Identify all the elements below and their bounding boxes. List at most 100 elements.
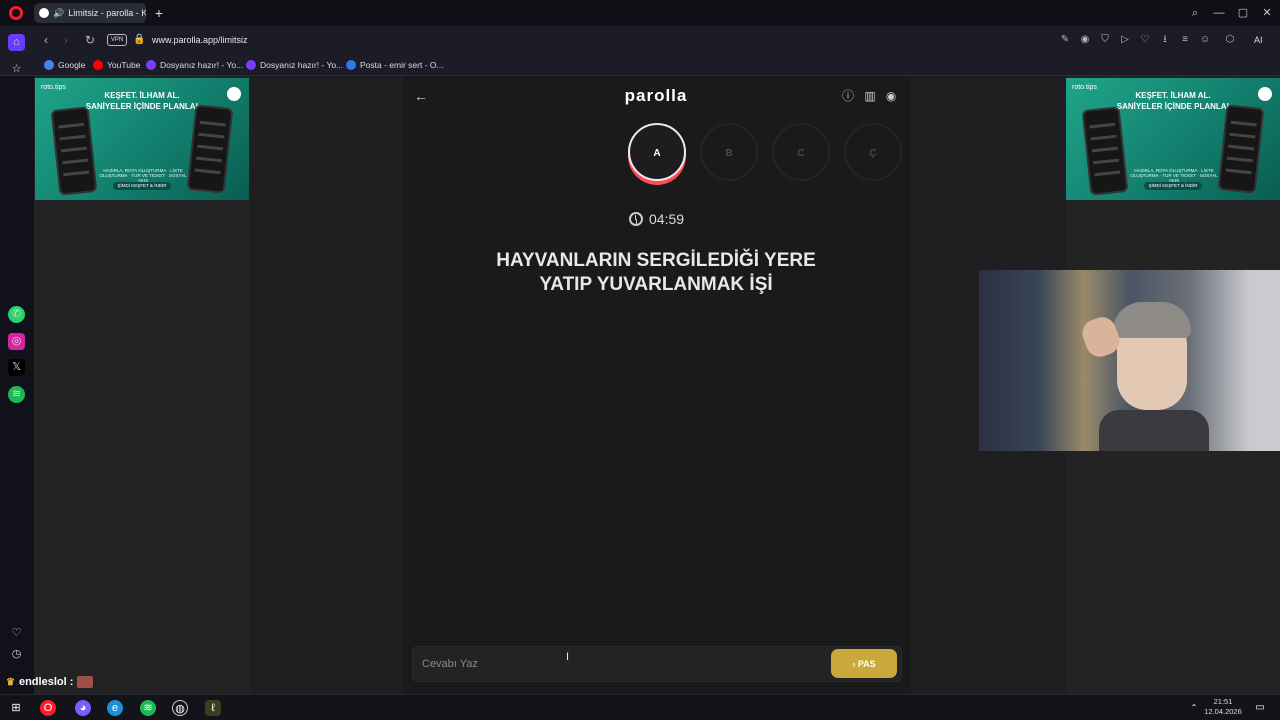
- league-icon[interactable]: ℓ: [205, 700, 221, 716]
- ad-features: HAZIRLA, ROTA OLUŞTURMA · LİSTE OLUŞTURM…: [1130, 168, 1218, 183]
- timer: 04:59: [629, 211, 684, 227]
- history-icon[interactable]: ◷: [8, 646, 25, 663]
- edit-icon[interactable]: ✎: [1058, 33, 1072, 47]
- phone-image: [50, 106, 98, 196]
- forward-icon[interactable]: ›: [58, 32, 74, 48]
- system-clock[interactable]: 21:51 12.04.2026: [1200, 697, 1246, 717]
- bookmark-dosyaniz-1[interactable]: Dosyanız hazır! - Yo...: [146, 60, 243, 70]
- bookmark-posta[interactable]: Posta - emir sert - O...: [346, 60, 444, 70]
- letter-b: B: [700, 123, 758, 181]
- x-icon[interactable]: 𝕏: [8, 359, 25, 376]
- ad-toggle-icon: [227, 87, 241, 101]
- minimize-button[interactable]: —: [1209, 5, 1229, 21]
- letter-c-cedilla: Ç: [844, 123, 902, 181]
- windows-start-icon[interactable]: ⊞: [8, 700, 24, 716]
- site-logo[interactable]: parolla: [600, 86, 712, 106]
- question-line-1: HAYVANLARIN SERGİLEDİĞİ YERE: [496, 250, 816, 271]
- windows-taskbar: [0, 694, 1280, 720]
- pass-label: PAS: [857, 658, 876, 669]
- text-cursor-icon: I: [566, 651, 570, 663]
- camera-icon[interactable]: ◉: [1078, 33, 1092, 47]
- browser-sidebar: [0, 76, 34, 694]
- discord-icon[interactable]: ◕: [75, 700, 91, 716]
- browser-tab[interactable]: 🔊 Limitsiz - parolla - Ke: [34, 3, 146, 23]
- tab-favicon-icon: [39, 8, 49, 18]
- stream-chat-overlay: ♛ endleslol :: [6, 676, 94, 688]
- ad-banner-right[interactable]: roto.tips KEŞFET. İLHAM AL. SANİYELER İÇ…: [1066, 78, 1280, 200]
- chat-username: endleslol :: [18, 676, 74, 688]
- pass-button[interactable]: › PAS: [831, 649, 897, 678]
- shield-icon[interactable]: ⛉: [1098, 33, 1112, 47]
- question-text: HAYVANLARIN SERGİLEDİĞİ YERE YATIP YUVAR…: [420, 249, 892, 297]
- new-tab-button[interactable]: +: [151, 5, 167, 21]
- heart-icon[interactable]: ♡: [1138, 33, 1152, 47]
- spotify-taskbar-icon[interactable]: ≋: [140, 700, 156, 716]
- opera-logo-icon[interactable]: [9, 6, 23, 20]
- back-icon[interactable]: ‹: [38, 32, 54, 48]
- lock-icon[interactable]: 🔒: [133, 34, 145, 45]
- clock-time: 21:51: [1213, 697, 1233, 706]
- close-window-button[interactable]: ✕: [1257, 5, 1277, 21]
- letter-a: A: [628, 123, 686, 181]
- maximize-button[interactable]: ▢: [1233, 5, 1253, 21]
- outlook-icon: [346, 60, 356, 70]
- instagram-icon[interactable]: ◎: [8, 333, 25, 350]
- webcam-overlay: [979, 270, 1280, 451]
- search-tabs-icon[interactable]: ⌕: [1185, 5, 1205, 21]
- back-arrow-icon[interactable]: ←: [414, 88, 428, 104]
- answer-input[interactable]: [418, 652, 818, 676]
- question-line-2: YATIP YUVARLANMAK İŞİ: [539, 274, 773, 295]
- phone-image: [186, 104, 234, 194]
- profile-icon[interactable]: ☺: [1198, 33, 1212, 47]
- heart-icon[interactable]: ♡: [8, 625, 25, 642]
- opera-taskbar-icon[interactable]: O: [40, 700, 56, 716]
- speaker-icon[interactable]: 🔊: [53, 8, 64, 19]
- phone-image: [1217, 104, 1265, 194]
- ad-cta-button[interactable]: ŞİMDİ KEŞFET & İNDİR: [1144, 182, 1202, 190]
- clock-icon: [629, 212, 643, 226]
- spotify-icon[interactable]: ≋: [8, 386, 25, 403]
- phone-image: [1081, 106, 1129, 196]
- bookmark-label: Dosyanız hazır! - Yo...: [260, 60, 344, 70]
- obs-icon[interactable]: ◍: [172, 700, 188, 716]
- bookmark-label: YouTube: [107, 60, 141, 70]
- ad-cta-button[interactable]: ŞİMDİ KEŞFET & İNDİR: [113, 182, 171, 190]
- bookmark-google[interactable]: Google: [44, 60, 85, 70]
- ad-features: HAZIRLA, ROTA OLUŞTURMA · LİSTE OLUŞTURM…: [99, 168, 187, 183]
- ad-toggle-icon: [1258, 87, 1272, 101]
- vpn-badge[interactable]: VPN: [107, 34, 127, 46]
- chevron-right-icon: ›: [852, 658, 856, 669]
- ad-banner-left[interactable]: roto.tips KEŞFET. İLHAM AL. SANİYELER İÇ…: [35, 78, 249, 200]
- user-icon[interactable]: ◉: [883, 88, 899, 104]
- crown-icon: ♛: [6, 676, 15, 688]
- bookmark-icon: [146, 60, 156, 70]
- info-icon[interactable]: ⓘ: [840, 88, 856, 104]
- bookmark-youtube[interactable]: YouTube: [93, 60, 140, 70]
- letter-c: C: [772, 123, 830, 181]
- bookmark-label: Google: [58, 60, 86, 70]
- bookmark-icon: [246, 60, 256, 70]
- ai-button[interactable]: AI: [1254, 35, 1263, 45]
- google-icon: [44, 60, 54, 70]
- edge-icon[interactable]: e: [107, 700, 123, 716]
- emote-image: [77, 676, 94, 688]
- youtube-icon: [93, 60, 103, 70]
- whatsapp-icon[interactable]: ✆: [8, 306, 25, 323]
- notification-icon[interactable]: ▭: [1252, 700, 1268, 716]
- clock-date: 12.04.2026: [1204, 707, 1242, 716]
- tab-title: Limitsiz - parolla - Ke: [68, 8, 146, 18]
- timer-value: 04:59: [649, 211, 685, 227]
- stats-icon[interactable]: ▥: [862, 88, 878, 104]
- bookmark-label: Posta - emir sert - O...: [360, 60, 444, 70]
- download-icon[interactable]: ⭳: [1158, 33, 1172, 47]
- browser-tab-bar: [0, 0, 1280, 26]
- url-field[interactable]: www.parolla.app/limitsiz: [152, 35, 248, 45]
- home-icon[interactable]: ⌂: [8, 34, 25, 51]
- extensions-icon[interactable]: ⬡: [1223, 33, 1237, 47]
- reload-icon[interactable]: ↻: [82, 32, 98, 48]
- menu-icon[interactable]: ≡: [1178, 33, 1192, 47]
- bookmark-label: Dosyanız hazır! - Yo...: [160, 60, 244, 70]
- play-icon[interactable]: ▷: [1118, 33, 1132, 47]
- bookmark-dosyaniz-2[interactable]: Dosyanız hazır! - Yo...: [246, 60, 343, 70]
- star-icon[interactable]: ☆: [8, 61, 25, 78]
